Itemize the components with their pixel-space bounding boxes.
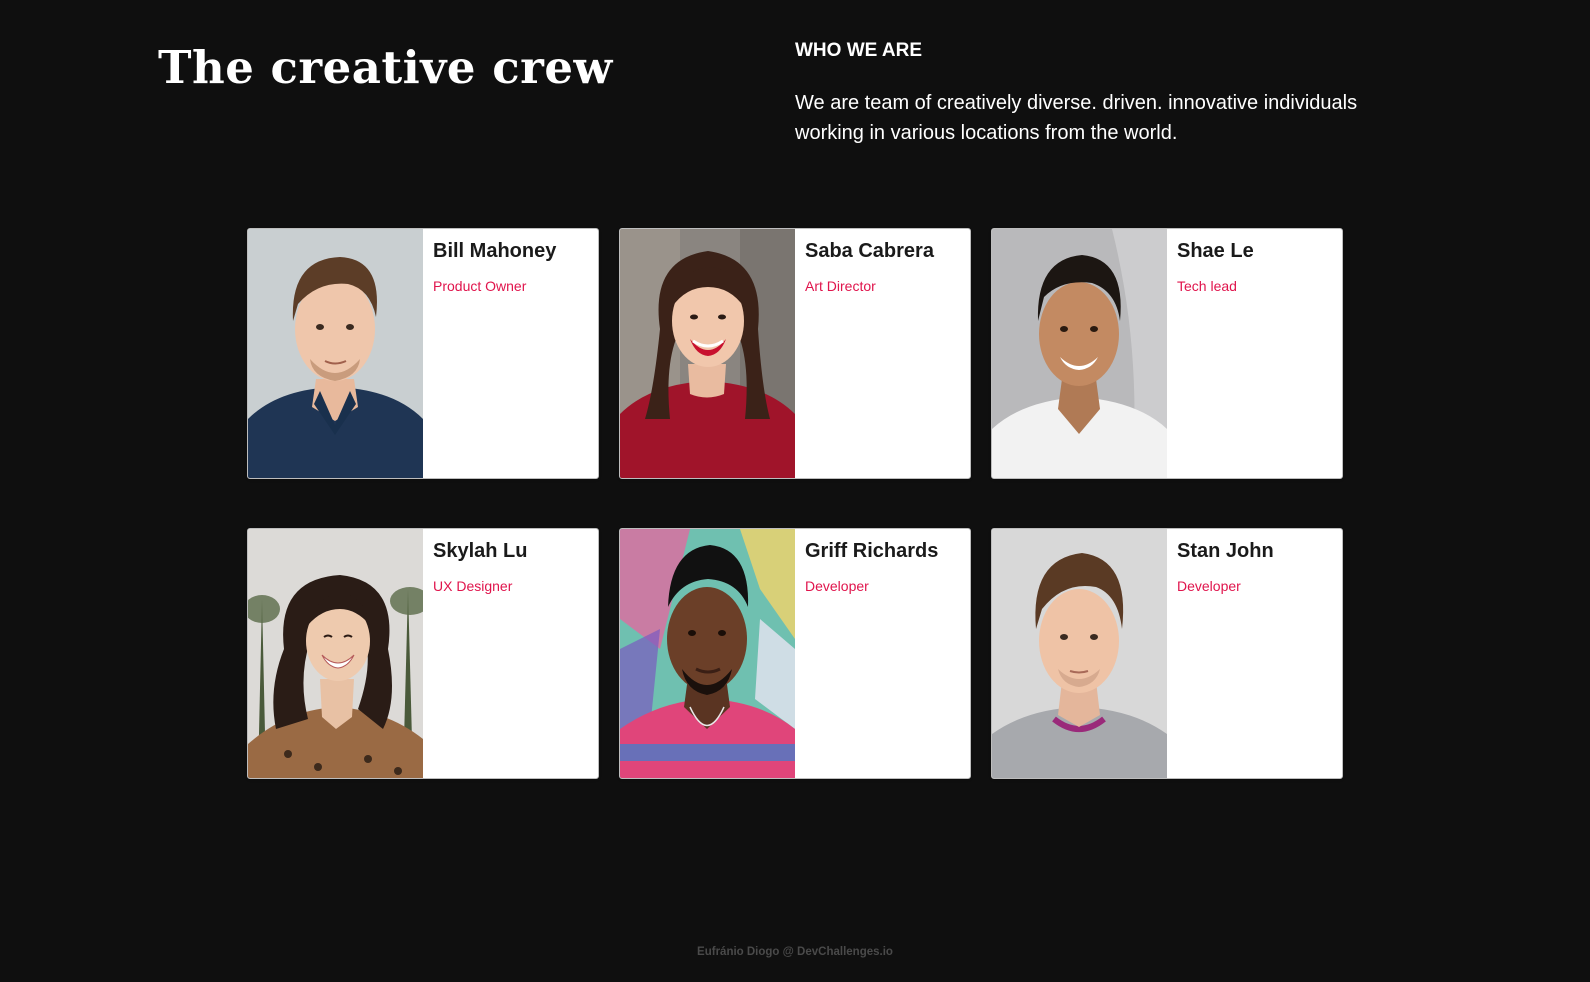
- portrait-woman-leopard-top-icon: [248, 529, 423, 778]
- team-page: The creative crew WHO WE ARE We are team…: [0, 0, 1590, 982]
- member-card: Stan John Developer: [991, 528, 1343, 779]
- member-photo: [620, 229, 795, 478]
- member-card: Shae Le Tech lead: [991, 228, 1343, 479]
- who-we-are-description: We are team of creatively diverse. drive…: [795, 92, 1358, 144]
- member-card: Saba Cabrera Art Director: [619, 228, 971, 479]
- member-photo: [992, 229, 1167, 478]
- member-role: Developer: [805, 578, 869, 594]
- portrait-man-white-tee-icon: [992, 229, 1167, 478]
- member-photo: [620, 529, 795, 778]
- member-name: Skylah Lu: [433, 540, 528, 562]
- member-name: Saba Cabrera: [805, 240, 934, 262]
- portrait-woman-red-top-icon: [620, 229, 795, 478]
- member-role: UX Designer: [433, 578, 513, 594]
- member-role: Art Director: [805, 278, 876, 294]
- portrait-man-grey-sweater-icon: [992, 529, 1167, 778]
- who-we-are-heading: WHO WE ARE: [795, 40, 923, 61]
- member-photo: [248, 529, 423, 778]
- member-photo: [992, 529, 1167, 778]
- team-grid: Bill Mahoney Product Owner Saba Cabrera …: [247, 228, 1343, 779]
- member-name: Griff Richards: [805, 540, 939, 562]
- member-role: Tech lead: [1177, 278, 1237, 294]
- member-card: Skylah Lu UX Designer: [247, 528, 599, 779]
- portrait-man-navy-polo-icon: [248, 229, 423, 478]
- member-name: Stan John: [1177, 540, 1274, 562]
- member-role: Product Owner: [433, 278, 527, 294]
- member-role: Developer: [1177, 578, 1241, 594]
- page-title: The creative crew: [158, 41, 613, 94]
- member-photo: [248, 229, 423, 478]
- member-card: Bill Mahoney Product Owner: [247, 228, 599, 479]
- member-card: Griff Richards Developer: [619, 528, 971, 779]
- member-name: Shae Le: [1177, 240, 1254, 262]
- footer-credit: Eufránio Diogo @ DevChallenges.io: [697, 946, 893, 958]
- member-name: Bill Mahoney: [433, 240, 557, 262]
- portrait-man-pink-tee-icon: [620, 529, 795, 778]
